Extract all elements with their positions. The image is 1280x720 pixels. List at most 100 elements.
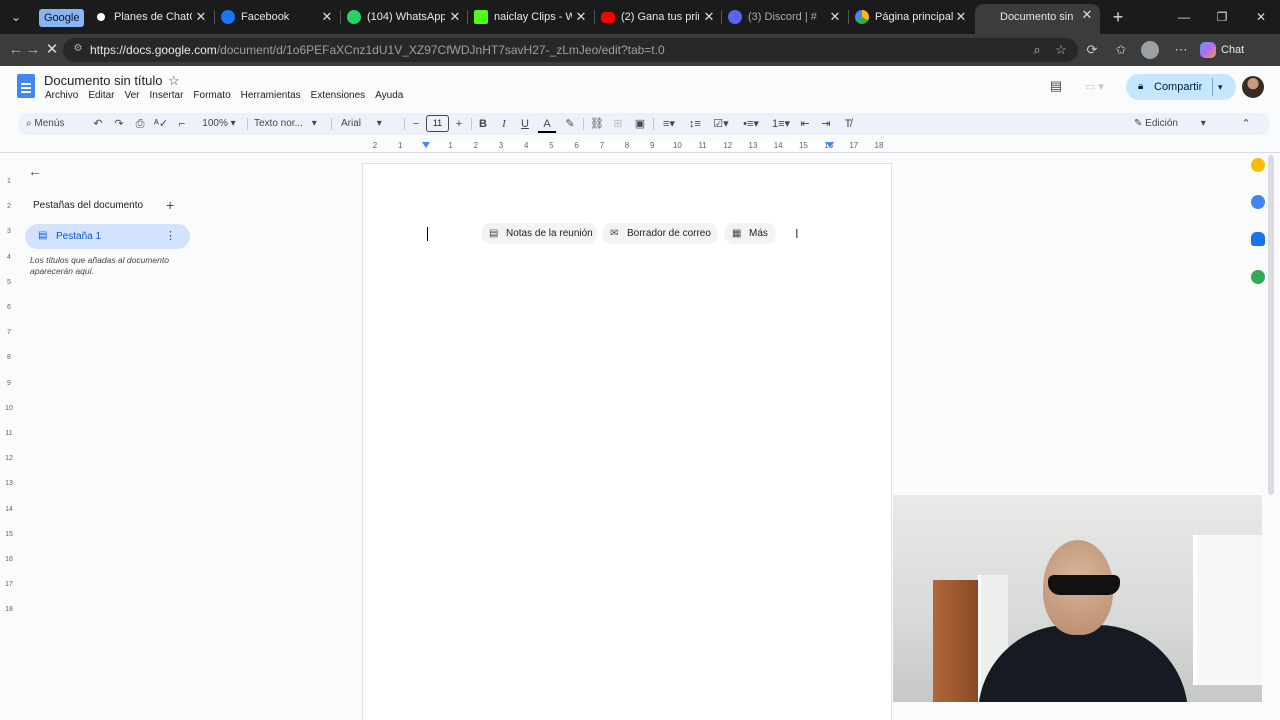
tasks-icon[interactable] <box>1251 195 1265 209</box>
close-icon[interactable]: ✕ <box>575 4 587 30</box>
font-select[interactable]: Arial ▾ <box>341 113 401 135</box>
insert-link-icon[interactable]: ⛓ <box>588 113 606 135</box>
contacts-icon[interactable] <box>1251 232 1265 246</box>
chevron-down-icon[interactable]: ▾ <box>1218 74 1223 100</box>
tab-facebook[interactable]: Facebook ✕ <box>215 4 340 30</box>
new-tab-plus-icon[interactable]: + <box>1108 6 1128 28</box>
chevron-down-icon: ▾ <box>376 118 382 129</box>
align-icon[interactable]: ≡▾ <box>658 113 680 135</box>
menu-editar[interactable]: Editar <box>88 90 114 101</box>
editing-mode-select[interactable]: ✎ Edición ▾ <box>1134 113 1224 135</box>
email-draft-chip[interactable]: ✉ Borrador de correo <box>602 223 718 244</box>
add-tab-plus-icon[interactable]: + <box>166 197 174 213</box>
close-icon[interactable]: ✕ <box>955 4 967 30</box>
close-icon[interactable]: ✕ <box>449 4 461 30</box>
forward-arrow-icon[interactable]: → <box>23 40 43 60</box>
insert-image-icon[interactable]: ▣ <box>631 113 649 135</box>
docs-logo-icon[interactable] <box>17 74 35 98</box>
decrease-indent-icon[interactable]: ⇤ <box>796 113 814 135</box>
account-avatar[interactable] <box>1242 76 1264 98</box>
maximize-icon[interactable]: ❐ <box>1207 6 1237 28</box>
italic-icon[interactable]: I <box>495 113 513 135</box>
paragraph-style-select[interactable]: Texto nor... ▾ <box>254 113 328 135</box>
add-comment-icon[interactable]: ⊞ <box>609 113 627 135</box>
increase-font-size-icon[interactable]: + <box>450 113 468 135</box>
bookmark-star-icon[interactable]: ☆ <box>1053 42 1069 58</box>
share-divider <box>1212 78 1213 96</box>
highlight-color-icon[interactable]: ✎ <box>561 113 579 135</box>
tab-kick[interactable]: naiclay Clips - Wa ✕ <box>468 4 593 30</box>
close-icon[interactable]: ✕ <box>1081 4 1093 28</box>
close-icon[interactable]: ✕ <box>321 4 333 30</box>
menu-herramientas[interactable]: Herramientas <box>241 90 301 101</box>
copilot-chat-button[interactable]: Chat <box>1200 39 1244 61</box>
ruler-tick: 13 <box>748 141 758 150</box>
sidebar-item-pestana-1[interactable]: ▤ Pestaña 1 ⋮ <box>25 224 190 249</box>
tab-discord[interactable]: (3) Discord | # ✕ <box>722 4 847 30</box>
clear-formatting-icon[interactable]: T̸ <box>839 113 857 135</box>
more-menu-icon[interactable]: ⋯ <box>1172 41 1190 59</box>
toolbar-divider <box>471 118 472 130</box>
menu-extensiones[interactable]: Extensiones <box>311 90 365 101</box>
extensions-icon[interactable]: ⟳ <box>1083 41 1101 59</box>
bold-icon[interactable]: B <box>474 113 492 135</box>
more-chip[interactable]: ▦ Más <box>724 223 776 244</box>
increase-indent-icon[interactable]: ⇥ <box>817 113 835 135</box>
menu-insertar[interactable]: Insertar <box>150 90 184 101</box>
tab-youtube[interactable]: (2) Gana tus prim ✕ <box>595 4 720 30</box>
menu-ver[interactable]: Ver <box>124 90 139 101</box>
collapse-menus-icon[interactable]: ⌃ <box>1237 113 1255 135</box>
menu-search[interactable]: ⌕ Menús <box>26 113 76 135</box>
share-button[interactable]: 🔒︎ Compartir ▾ <box>1126 74 1236 100</box>
close-icon[interactable]: ✕ <box>195 4 207 30</box>
tab-whatsapp[interactable]: (104) WhatsApp ✕ <box>341 4 466 30</box>
print-icon[interactable]: ⎙ <box>131 113 149 135</box>
bulleted-list-icon[interactable]: •≡▾ <box>738 113 764 135</box>
minimize-icon[interactable]: — <box>1169 6 1199 28</box>
comment-history-icon[interactable]: ▤ <box>1048 78 1064 94</box>
profile-avatar[interactable] <box>1141 41 1159 59</box>
tab-group-chip[interactable]: Google <box>39 9 85 27</box>
tab-drive[interactable]: Página principal - ✕ <box>849 4 974 30</box>
spellcheck-icon[interactable]: ᴬ✓ <box>152 113 170 135</box>
numbered-list-icon[interactable]: 1≡▾ <box>768 113 794 135</box>
maps-icon[interactable] <box>1251 270 1265 284</box>
vertical-ruler-tick: 15 <box>5 530 13 538</box>
paint-format-icon[interactable]: ⌐ <box>173 113 191 135</box>
underline-icon[interactable]: U <box>516 113 534 135</box>
menu-archivo[interactable]: Archivo <box>45 90 78 101</box>
checklist-icon[interactable]: ☑▾ <box>708 113 734 135</box>
ruler-tick: 4 <box>523 141 529 150</box>
line-spacing-icon[interactable]: ↕≡ <box>686 113 704 135</box>
close-icon[interactable]: ✕ <box>829 4 841 30</box>
document-title[interactable]: Documento sin título <box>44 73 163 88</box>
undo-icon[interactable]: ↶ <box>89 113 107 135</box>
zoom-search-icon[interactable]: ⌕ <box>1029 42 1045 58</box>
ruler-tick: 7 <box>599 141 605 150</box>
page-scrollbar[interactable] <box>1268 155 1274 495</box>
font-size-input[interactable]: 11 <box>426 115 449 132</box>
keep-icon[interactable] <box>1251 158 1265 172</box>
zoom-select[interactable]: 100% ▾ <box>196 113 242 135</box>
close-icon[interactable]: ✕ <box>703 4 715 30</box>
stop-loading-icon[interactable]: ✕ <box>42 40 62 60</box>
favorites-icon[interactable]: ✩ <box>1112 41 1130 59</box>
decrease-font-size-icon[interactable]: − <box>407 113 425 135</box>
menu-formato[interactable]: Formato <box>193 90 230 101</box>
video-call-icon[interactable]: ▭ ▾ <box>1085 80 1113 94</box>
meeting-notes-chip[interactable]: ▤ Notas de la reunión <box>481 223 597 244</box>
tab-search-chevron-icon[interactable]: ⌄ <box>4 6 28 28</box>
more-options-icon[interactable]: ⋮ <box>165 224 176 249</box>
menu-ayuda[interactable]: Ayuda <box>375 90 403 101</box>
site-info-icon[interactable]: ⚙ <box>71 42 85 56</box>
url-field[interactable]: ⚙ https://docs.google.com/document/d/1o6… <box>63 38 1078 62</box>
star-icon[interactable]: ☆ <box>168 73 180 89</box>
document-page[interactable]: ▤ Notas de la reunión ✉ Borrador de corr… <box>362 163 892 720</box>
redo-icon[interactable]: ↷ <box>110 113 128 135</box>
tab-docs-active[interactable]: Documento sin tít ✕ <box>975 4 1100 34</box>
tab-chatgpt[interactable]: Planes de ChatGPT ✕ <box>88 4 213 30</box>
text-color-icon[interactable]: A <box>538 113 556 133</box>
ruler-tick: 9 <box>649 141 655 150</box>
back-arrow-icon[interactable]: ← <box>28 163 44 179</box>
close-window-icon[interactable]: ✕ <box>1246 6 1276 28</box>
